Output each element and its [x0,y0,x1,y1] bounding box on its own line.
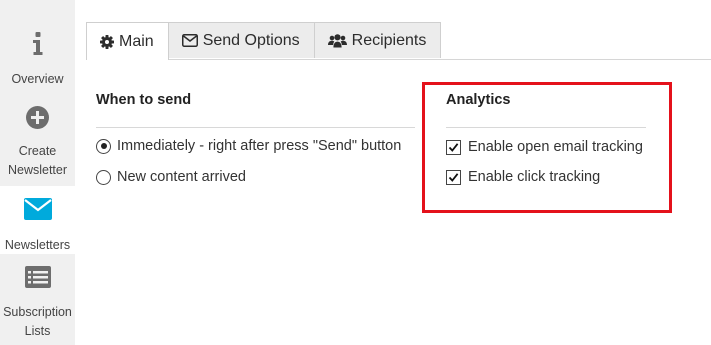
tab-label: Send Options [202,31,300,49]
sidebar-item-label: Create Newsletter [7,144,68,177]
tab-divider [86,59,711,60]
info-icon [32,32,43,62]
tab-bar: Main Send Options Recipients [86,22,442,60]
analytics-divider [446,127,646,128]
radio-label: Immediately - right after press "Send" b… [117,138,402,154]
checkbox[interactable] [446,169,461,185]
sidebar: Overview Create Newsletter Newsletters S… [0,0,75,345]
radio-option-new-content[interactable]: New content arrived [96,169,246,185]
checkmark-icon [448,142,459,152]
checkbox-option-click-tracking[interactable]: Enable click tracking [446,169,600,185]
sidebar-item-label: Overview [11,72,64,86]
sidebar-item-subscription-lists[interactable]: Subscription Lists [0,266,75,341]
list-card-icon [24,266,51,294]
radio-option-immediately[interactable]: Immediately - right after press "Send" b… [96,138,401,154]
sidebar-item-newsletters[interactable]: Newsletters [0,186,75,254]
checkbox-label: Enable open email tracking [468,139,643,155]
tab-recipients[interactable]: Recipients [313,22,442,58]
radio-label: New content arrived [117,169,246,185]
radio-button[interactable] [96,169,111,185]
tab-label: Recipients [351,31,427,49]
sidebar-item-label: Subscription Lists [3,305,72,338]
checkbox-label: Enable click tracking [468,169,601,185]
when-to-send-title: When to send [96,92,192,108]
plus-circle-icon [26,106,49,135]
envelope-icon [23,198,52,226]
analytics-title: Analytics [446,92,511,108]
tab-label: Main [119,32,154,50]
tab-send-options[interactable]: Send Options [167,22,315,58]
when-to-send-divider [96,127,415,128]
tab-main[interactable]: Main [86,22,169,60]
sidebar-item-create-newsletter[interactable]: Create Newsletter [0,106,75,180]
checkmark-icon [448,172,459,182]
sidebar-item-label: Newsletters [4,238,71,252]
checkbox[interactable] [446,139,461,155]
users-icon [327,33,347,48]
sidebar-item-overview[interactable]: Overview [0,32,75,89]
checkbox-option-open-tracking[interactable]: Enable open email tracking [446,139,643,155]
gear-icon [100,34,114,49]
radio-button[interactable] [96,138,111,154]
envelope-outline-icon [181,34,198,47]
